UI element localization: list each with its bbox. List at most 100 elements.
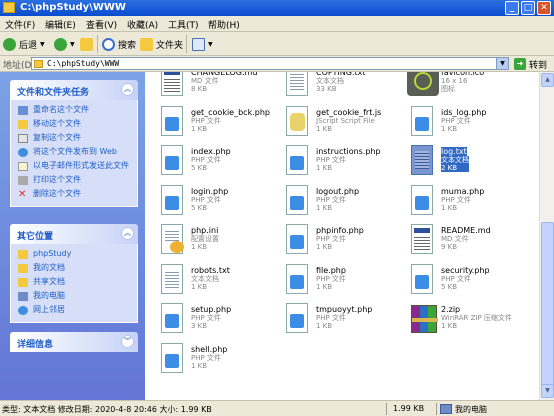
doc-lines-file-icon bbox=[407, 224, 437, 256]
file-name: phpinfo.php bbox=[316, 226, 364, 235]
move-icon bbox=[18, 120, 28, 129]
print-file-link[interactable]: 打印这个文件 bbox=[11, 175, 137, 187]
chevron-down-icon[interactable]: ▼ bbox=[496, 58, 508, 69]
file-item[interactable]: ids_log.php PHP 文件 1 KB bbox=[401, 104, 521, 142]
search-icon bbox=[102, 37, 115, 51]
file-item[interactable]: COPYING.txt 文本文档 33 KB bbox=[276, 72, 396, 102]
file-type: PHP 文件 bbox=[441, 195, 471, 204]
back-button[interactable]: 后退 ▼ bbox=[3, 36, 45, 52]
address-input[interactable]: C:\phpStudy\WWW ▼ bbox=[31, 57, 509, 70]
email-file-link[interactable]: 以电子邮件形式发送此文件 bbox=[11, 161, 137, 173]
menu-edit[interactable]: 编辑(E) bbox=[45, 18, 76, 31]
file-item[interactable]: login.php PHP 文件 5 KB bbox=[151, 183, 271, 221]
menu-favorites[interactable]: 收藏(A) bbox=[127, 18, 158, 31]
copy-file-link[interactable]: 复制这个文件 bbox=[11, 133, 137, 145]
file-meta: PHP 文件 1 KB bbox=[316, 235, 346, 251]
place-my-computer[interactable]: 我的电脑 bbox=[11, 291, 137, 303]
text-file-icon bbox=[157, 263, 187, 296]
file-item[interactable]: tmpuoyyt.php PHP 文件 1 KB bbox=[276, 301, 396, 339]
move-file-link[interactable]: 移动这个文件 bbox=[11, 119, 137, 131]
file-size: 33 KB bbox=[316, 85, 337, 93]
printer-icon bbox=[18, 176, 28, 185]
file-type: PHP 文件 bbox=[316, 156, 346, 164]
place-my-documents[interactable]: 我的文档 bbox=[11, 263, 137, 275]
rename-file-link[interactable]: 重命名这个文件 bbox=[11, 105, 137, 117]
file-name: ids_log.php bbox=[441, 107, 487, 117]
file-meta: MD 文件 9 KB bbox=[441, 235, 469, 251]
file-item[interactable]: get_cookie_frt.js JScript Script File 1 KB bbox=[276, 104, 396, 142]
up-button[interactable] bbox=[80, 36, 96, 52]
collapse-icon[interactable]: ︽ bbox=[121, 227, 134, 240]
maximize-button[interactable]: □ bbox=[521, 1, 535, 15]
file-meta: PHP 文件 1 KB bbox=[191, 354, 221, 370]
file-size: 9 KB bbox=[441, 243, 458, 251]
menu-tools[interactable]: 工具(T) bbox=[168, 18, 199, 31]
chevron-down-icon: ▼ bbox=[40, 40, 45, 48]
expand-icon[interactable]: ︾ bbox=[121, 335, 134, 348]
address-value: C:\phpStudy\WWW bbox=[47, 59, 120, 68]
file-item[interactable]: php.ini 配置设置 1 KB bbox=[151, 222, 271, 260]
scroll-up-button[interactable]: ▲ bbox=[541, 73, 554, 87]
menu-file[interactable]: 文件(F) bbox=[5, 18, 35, 31]
file-item[interactable]: instructions.php PHP 文件 1 KB bbox=[276, 143, 396, 181]
menu-help[interactable]: 帮助(H) bbox=[208, 18, 240, 31]
file-meta: PHP 文件 1 KB bbox=[316, 314, 346, 330]
delete-file-link[interactable]: ✕ 删除这个文件 bbox=[11, 189, 137, 201]
folder-icon bbox=[140, 37, 153, 51]
file-item[interactable]: index.php PHP 文件 5 KB bbox=[151, 143, 271, 181]
file-item[interactable]: CHANGELOG.md MD 文件 8 KB bbox=[151, 72, 271, 102]
file-item[interactable]: README.md MD 文件 9 KB bbox=[401, 222, 521, 260]
file-item[interactable]: log.txt 文本文档 2 KB bbox=[401, 143, 521, 181]
network-icon bbox=[18, 306, 28, 315]
scroll-down-button[interactable]: ▼ bbox=[541, 384, 554, 398]
panel-header[interactable]: 详细信息 ︾ bbox=[10, 332, 138, 352]
file-type: WinRAR ZIP 压缩文件 bbox=[441, 314, 512, 322]
place-phpstudy[interactable]: phpStudy bbox=[11, 249, 137, 261]
file-item[interactable]: muma.php PHP 文件 1 KB bbox=[401, 183, 521, 221]
panel-header[interactable]: 其它位置 ︽ bbox=[10, 224, 138, 244]
file-item[interactable]: file.php PHP 文件 1 KB bbox=[276, 262, 396, 300]
status-info: 类型: 文本文档 修改日期: 2020-4-8 20:46 大小: 1.99 K… bbox=[2, 405, 212, 414]
scroll-thumb[interactable] bbox=[541, 222, 554, 392]
publish-web-link[interactable]: 将这个文件发布到 Web bbox=[11, 147, 137, 159]
globe-icon bbox=[18, 148, 28, 157]
file-size: 1 KB bbox=[191, 361, 208, 370]
file-size: 1 KB bbox=[191, 243, 208, 251]
vertical-scrollbar[interactable]: ▲ ▼ bbox=[539, 72, 554, 400]
place-network[interactable]: 网上邻居 bbox=[11, 305, 137, 317]
file-meta: PHP 文件 5 KB bbox=[191, 196, 221, 212]
place-shared-documents[interactable]: 共享文档 bbox=[11, 277, 137, 289]
file-tasks-panel: 文件和文件夹任务 ︽ 重命名这个文件 移动这个文件 复制这个文件 将这个文件发布… bbox=[10, 80, 138, 207]
folders-button[interactable]: 文件夹 bbox=[140, 36, 183, 52]
delete-icon: ✕ bbox=[18, 189, 27, 200]
file-size: 1 KB bbox=[316, 243, 333, 251]
views-button[interactable]: ▼ bbox=[192, 36, 213, 52]
file-size: 1 KB bbox=[316, 124, 333, 133]
close-button[interactable]: ✕ bbox=[537, 1, 551, 15]
file-item[interactable]: shell.php PHP 文件 1 KB bbox=[151, 341, 271, 379]
search-button[interactable]: 搜索 bbox=[102, 36, 136, 52]
file-meta: PHP 文件 5 KB bbox=[191, 156, 221, 172]
forward-button[interactable]: ▼ bbox=[54, 36, 75, 52]
php-file-icon bbox=[282, 145, 312, 177]
task-pane: 文件和文件夹任务 ︽ 重命名这个文件 移动这个文件 复制这个文件 将这个文件发布… bbox=[0, 72, 145, 400]
address-bar: 地址(D) C:\phpStudy\WWW ▼ ➜ 转到 bbox=[0, 56, 554, 72]
php-file-icon bbox=[282, 303, 312, 335]
file-item[interactable]: favicon.ico 16 x 16 图标 bbox=[401, 72, 521, 102]
panel-header[interactable]: 文件和文件夹任务 ︽ bbox=[10, 80, 138, 100]
file-item[interactable]: phpinfo.php PHP 文件 1 KB bbox=[276, 222, 396, 260]
ico-file-icon bbox=[407, 72, 439, 98]
menu-view[interactable]: 查看(V) bbox=[86, 18, 117, 31]
file-item[interactable]: get_cookie_bck.php PHP 文件 1 KB bbox=[151, 104, 271, 142]
file-item[interactable]: 2.zip WinRAR ZIP 压缩文件 1 KB bbox=[401, 301, 521, 339]
collapse-icon[interactable]: ︽ bbox=[121, 83, 134, 96]
file-item[interactable]: setup.php PHP 文件 3 KB bbox=[151, 301, 271, 339]
file-type: PHP 文件 bbox=[316, 195, 346, 204]
minimize-button[interactable]: _ bbox=[505, 1, 519, 15]
file-item[interactable]: security.php PHP 文件 5 KB bbox=[401, 262, 521, 300]
file-item[interactable]: logout.php PHP 文件 1 KB bbox=[276, 183, 396, 221]
file-item[interactable]: robots.txt 文本文档 1 KB bbox=[151, 262, 271, 300]
go-button[interactable]: ➜ 转到 bbox=[514, 57, 547, 71]
file-name: index.php bbox=[191, 147, 231, 156]
file-type: PHP 文件 bbox=[191, 195, 221, 204]
